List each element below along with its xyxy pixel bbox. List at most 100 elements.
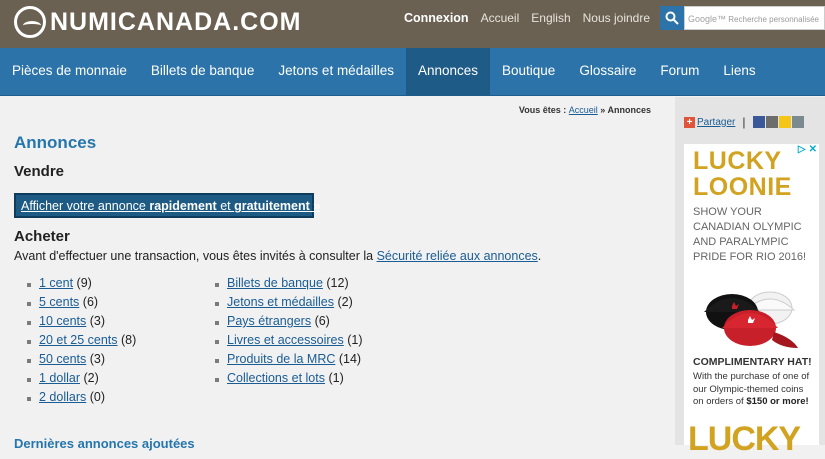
cta-text-1: Afficher votre annonce <box>21 199 150 213</box>
share-separator: | <box>742 115 746 129</box>
main-nav: Pièces de monnaie Billets de banque Jeto… <box>0 48 825 96</box>
nav-item-forum[interactable]: Forum <box>648 48 711 96</box>
share-link[interactable]: Partager <box>697 117 735 128</box>
category-link[interactable]: Jetons et médailles <box>227 295 334 309</box>
security-link[interactable]: Sécurité reliée aux annonces <box>377 249 538 263</box>
ad-heading-line2: LOONIE <box>693 173 792 201</box>
buy-heading: Acheter <box>14 228 70 245</box>
category-link[interactable]: Pays étrangers <box>227 314 311 328</box>
intro-end: . <box>537 249 542 263</box>
accueil-link[interactable]: Accueil <box>481 11 520 25</box>
breadcrumb-current: Annonces <box>607 105 651 115</box>
list-item: Pays étrangers (6) <box>215 312 362 331</box>
list-item: 1 cent (9) <box>27 274 136 293</box>
category-count: (3) <box>89 314 106 328</box>
ad-heading-line1: LUCKY <box>693 147 782 175</box>
connexion-link[interactable]: Connexion <box>404 11 469 25</box>
category-link[interactable]: Collections et lots <box>227 371 325 385</box>
logo-icon <box>14 6 46 38</box>
intro-text: Avant d'effectuer une transaction, vous … <box>14 249 377 263</box>
ad-bottom-text: LUCKY <box>688 420 801 458</box>
category-link[interactable]: 20 et 25 cents <box>39 333 118 347</box>
search-placeholder: Recherche personnalisée <box>728 15 819 24</box>
list-item: Jetons et médailles (2) <box>215 293 362 312</box>
breadcrumb-home-link[interactable]: Accueil <box>569 105 598 115</box>
category-count: (14) <box>338 352 362 366</box>
search-input[interactable]: Google™ Recherche personnalisée <box>684 6 825 30</box>
share-bar: + Partager | <box>684 115 805 129</box>
ad-text: SHOW YOUR CANADIAN OLYMPIC AND PARALYMPI… <box>693 206 807 263</box>
list-item: 10 cents (3) <box>27 312 136 331</box>
nav-item-pieces[interactable]: Pièces de monnaie <box>0 48 139 96</box>
site-logo[interactable]: NUMICANADA.COM <box>14 4 301 40</box>
ad-heading: LUCKY LOONIE <box>693 148 792 200</box>
ad-offer-text: With the purchase of one of our Olympic-… <box>693 371 815 409</box>
ad-info-icon[interactable]: ▷ <box>798 144 806 157</box>
ad-offer-title: COMPLIMENTARY HAT! <box>693 356 812 368</box>
category-link[interactable]: 2 dollars <box>39 390 86 404</box>
buy-intro: Avant d'effectuer une transaction, vous … <box>14 249 541 263</box>
list-item: 5 cents (6) <box>27 293 136 312</box>
list-item: Billets de banque (12) <box>215 274 362 293</box>
ad-close-icon[interactable]: ✕ <box>809 144 817 157</box>
cta-text-2: et <box>216 199 235 213</box>
cta-text-3: » <box>309 199 321 213</box>
search-button[interactable] <box>660 6 684 30</box>
category-link[interactable]: Produits de la MRC <box>227 352 335 366</box>
breadcrumb-prefix: Vous êtes : <box>518 105 567 115</box>
nav-item-boutique[interactable]: Boutique <box>490 48 567 96</box>
favorite-star-icon[interactable] <box>779 116 792 128</box>
category-count: (9) <box>76 276 92 290</box>
email-icon[interactable] <box>766 116 779 128</box>
hats-image <box>704 291 798 348</box>
page-title: Annonces <box>14 133 97 152</box>
category-link[interactable]: Billets de banque <box>227 276 323 290</box>
list-item: 2 dollars (0) <box>27 388 136 407</box>
category-count: (2) <box>83 371 99 385</box>
advertisement[interactable]: ▷ ✕ LUCKY LOONIE SHOW YOUR CANADIAN OLYM… <box>684 144 819 458</box>
category-count: (6) <box>314 314 330 328</box>
category-count: (8) <box>121 333 137 347</box>
category-list-right: Billets de banque (12) Jetons et médaill… <box>215 274 362 388</box>
category-count: (2) <box>337 295 353 309</box>
google-brand: Google™ <box>688 14 727 24</box>
breadcrumb-separator: » <box>600 105 606 115</box>
category-link[interactable]: 1 cent <box>39 276 73 290</box>
category-link[interactable]: 1 dollar <box>39 371 80 385</box>
ad-choices[interactable]: ▷ ✕ <box>795 144 819 157</box>
category-link[interactable]: 10 cents <box>39 314 86 328</box>
category-link[interactable]: 5 cents <box>39 295 79 309</box>
list-item: Produits de la MRC (14) <box>215 350 362 369</box>
nous-joindre-link[interactable]: Nous joindre <box>583 11 650 25</box>
facebook-icon[interactable] <box>753 116 766 128</box>
cta-bold-2: gratuitement <box>234 199 310 213</box>
list-item: 50 cents (3) <box>27 350 136 369</box>
top-links: Connexion Accueil English Nous joindre <box>404 11 650 25</box>
sell-heading: Vendre <box>14 163 65 180</box>
category-link[interactable]: Livres et accessoires <box>227 333 344 347</box>
nav-item-billets[interactable]: Billets de banque <box>139 48 267 96</box>
category-count: (6) <box>82 295 99 309</box>
nav-item-glossaire[interactable]: Glossaire <box>567 48 648 96</box>
list-item: 20 et 25 cents (8) <box>27 331 136 350</box>
nav-item-jetons[interactable]: Jetons et médailles <box>266 48 406 96</box>
ad-offer-amount: $150 <box>746 396 768 407</box>
english-link[interactable]: English <box>531 11 570 25</box>
nav-item-annonces[interactable]: Annonces <box>405 48 491 96</box>
search-icon <box>665 11 679 25</box>
category-count: (12) <box>326 276 349 290</box>
list-item: Livres et accessoires (1) <box>215 331 362 350</box>
nav-item-liens[interactable]: Liens <box>711 48 767 96</box>
category-link[interactable]: 50 cents <box>39 352 86 366</box>
main-content: Vous êtes : Accueil » Annonces Annonces … <box>0 97 675 451</box>
latest-ads-heading: Dernières annonces ajoutées <box>14 436 195 451</box>
breadcrumb: Vous êtes : Accueil » Annonces <box>519 105 651 115</box>
category-count: (1) <box>347 333 363 347</box>
top-bar: NUMICANADA.COM Connexion Accueil English… <box>0 0 825 48</box>
share-plus-icon[interactable]: + <box>684 116 695 128</box>
ad-offer-end: or more! <box>770 396 809 407</box>
list-item: Collections et lots (1) <box>215 369 362 388</box>
print-icon[interactable] <box>792 116 805 128</box>
category-count: (0) <box>89 390 106 404</box>
post-ad-button[interactable]: Afficher votre annonce rapidement et gra… <box>14 193 320 218</box>
